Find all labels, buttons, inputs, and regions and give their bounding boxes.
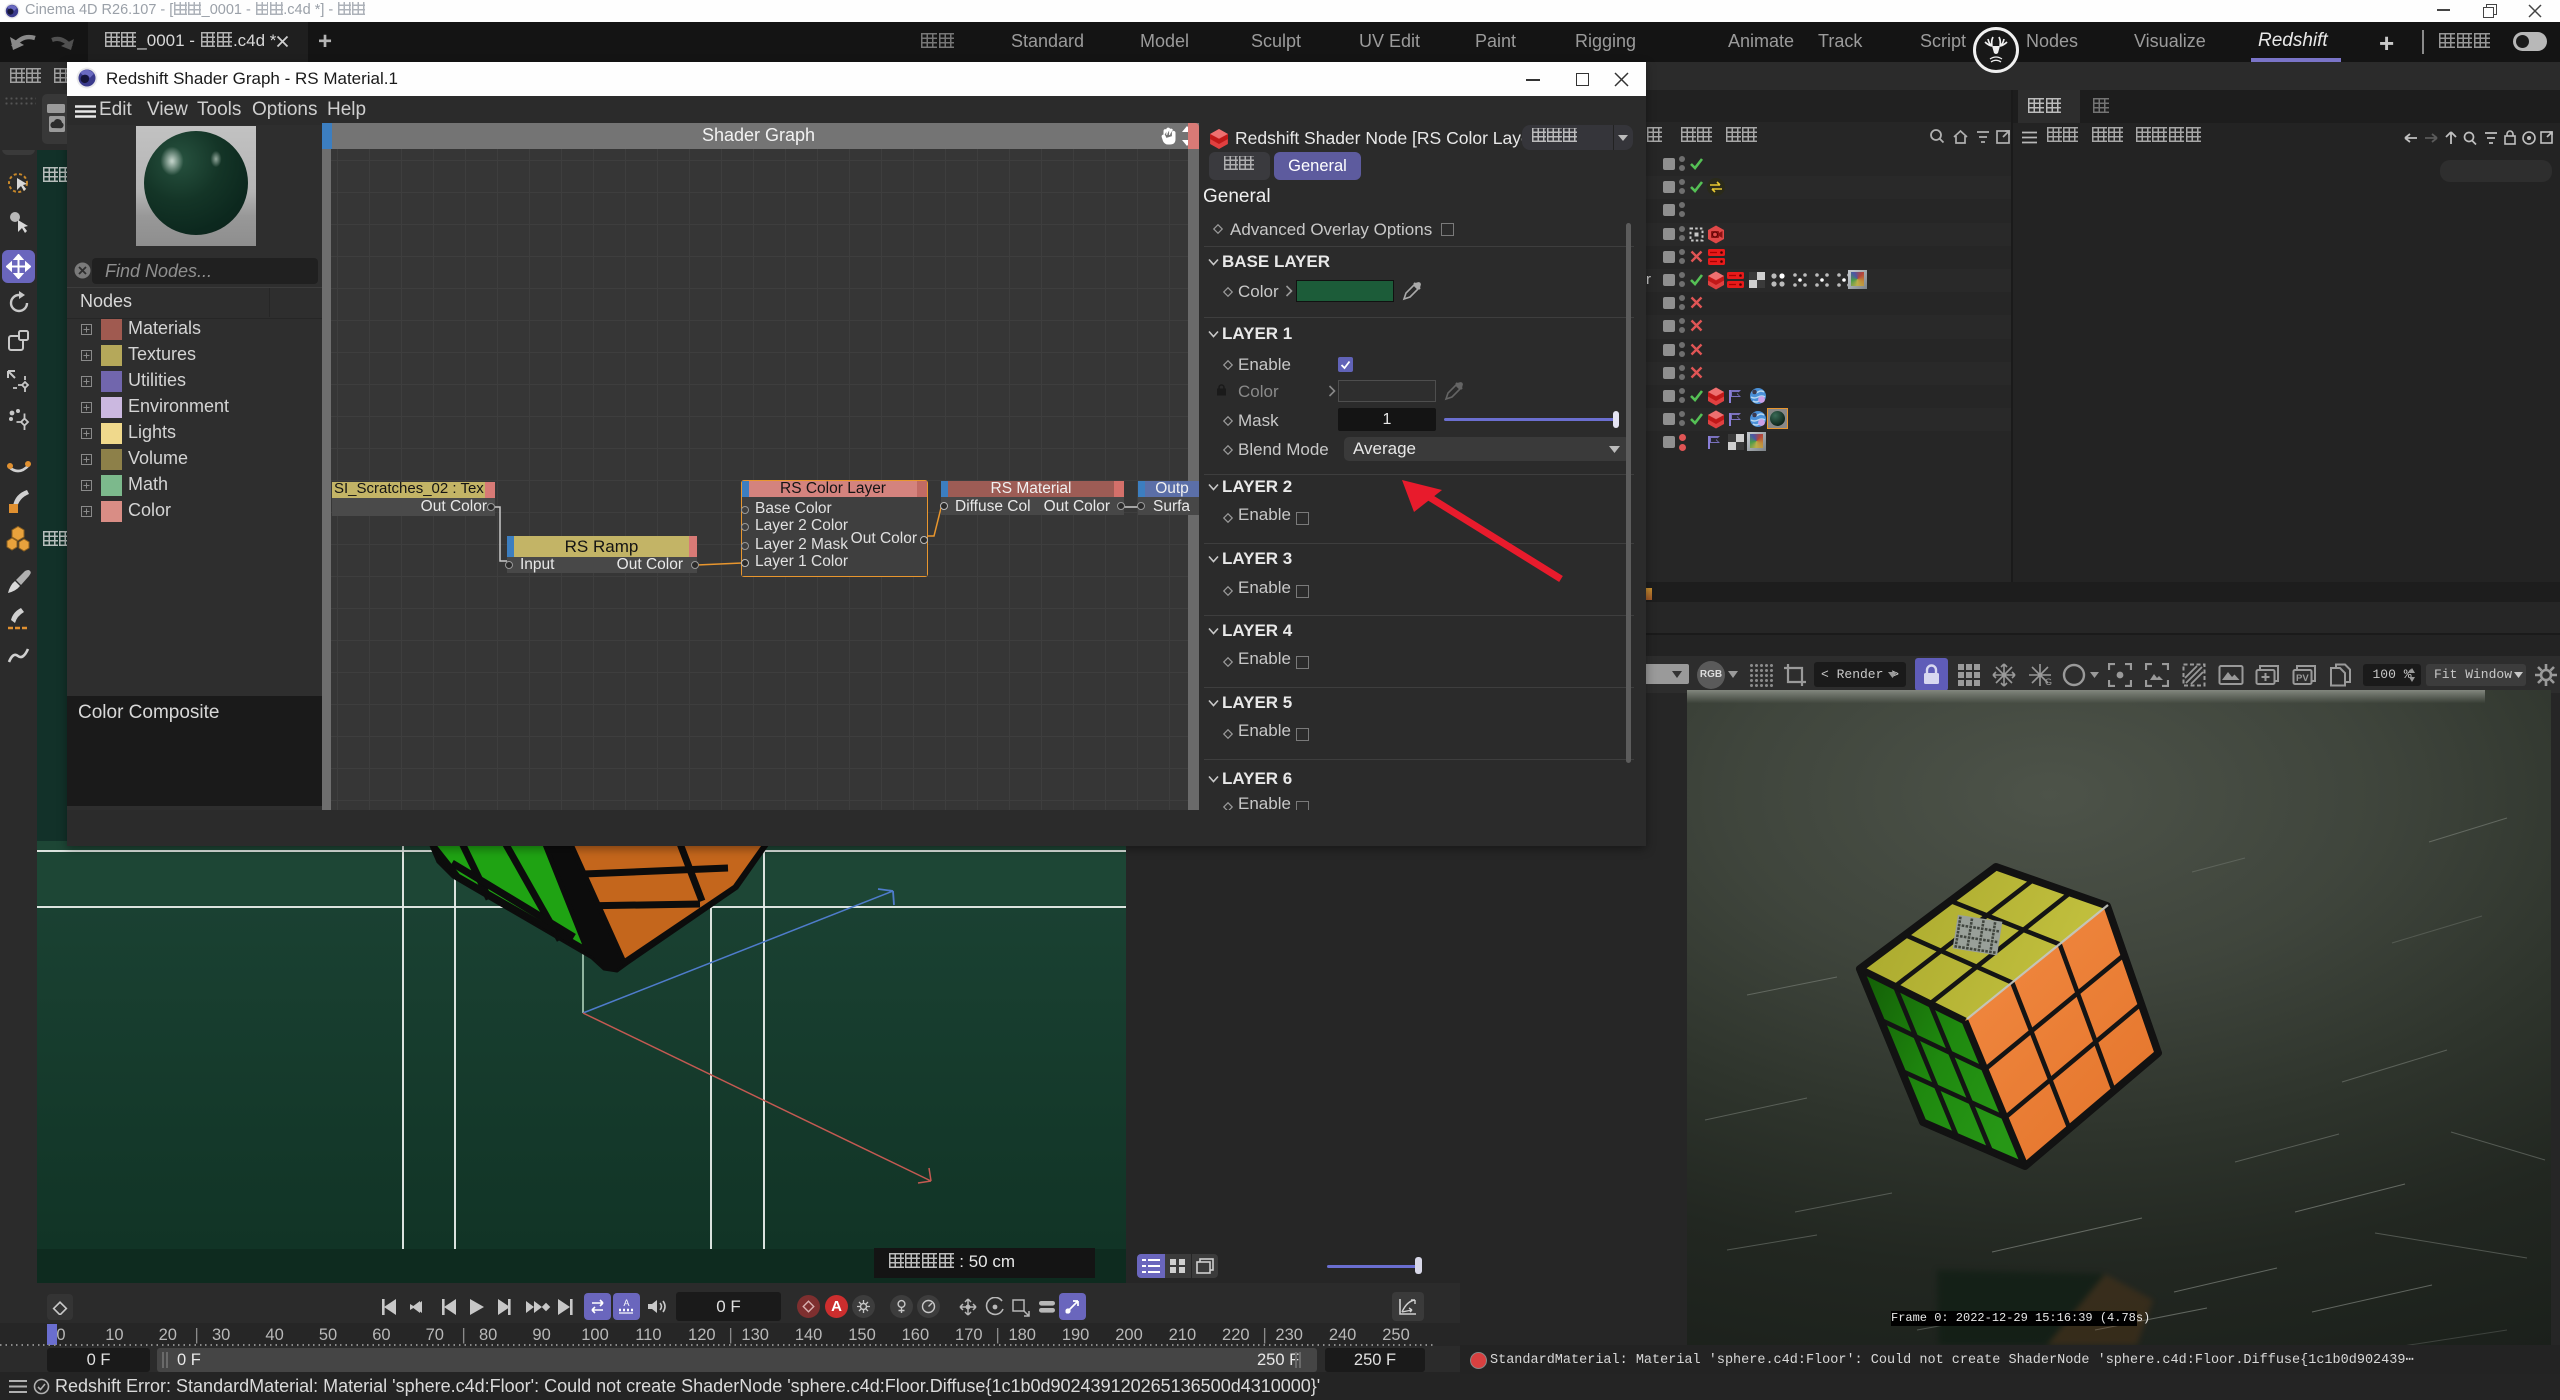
svg-text:PV: PV [2296,673,2309,684]
svg-text:A: A [623,1298,629,1308]
svg-text:G: G [2045,677,2052,687]
